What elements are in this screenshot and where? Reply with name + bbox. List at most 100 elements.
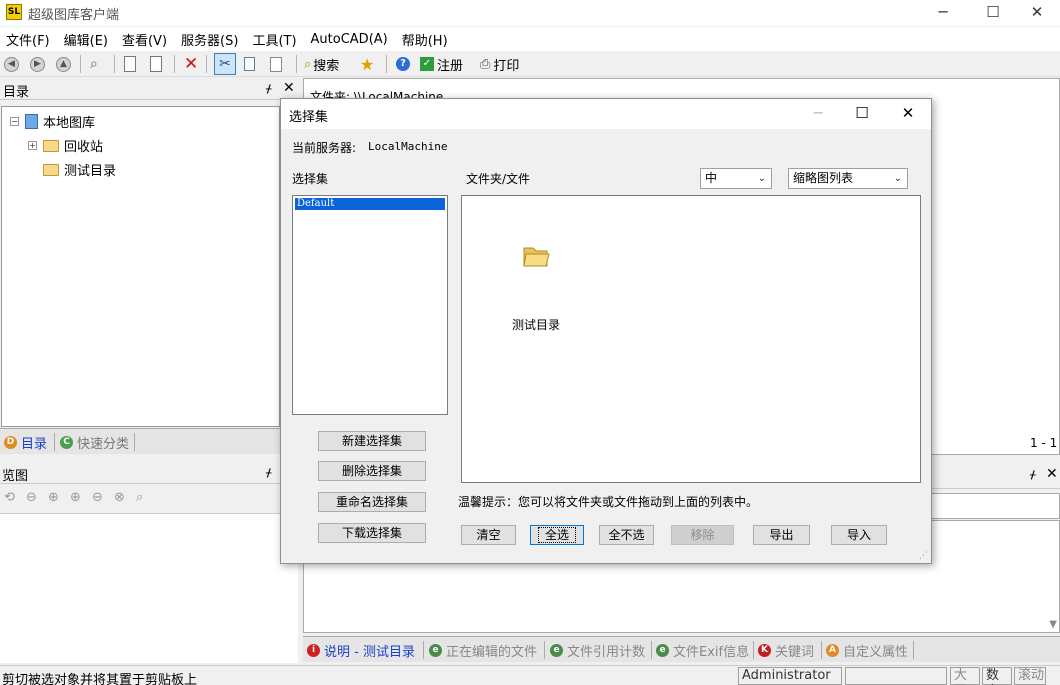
zoom-out-icon[interactable]: ⊖ (26, 490, 37, 505)
tab-directory[interactable]: D 目录 (4, 432, 47, 452)
file-item-label[interactable]: 测试目录 (512, 316, 560, 333)
toolbar: ◀ ▶ ▲ ⌕ ✕ ✂ ⌕ 搜索 ★ ? ✓ 注册 ⎙ 打印 (0, 51, 1060, 77)
maximize-icon[interactable]: ☐ (970, 0, 1016, 26)
status-scroll: 滚动 (1014, 667, 1046, 685)
zoom-custom-icon[interactable]: ⌕ (136, 490, 143, 505)
preview-pane-title: 览图 (2, 469, 29, 484)
delete-set-button[interactable]: 删除选择集 (318, 461, 426, 481)
forward-icon[interactable]: ▶ (30, 54, 45, 74)
rotate-icon[interactable]: ⟲ (4, 490, 15, 505)
selection-set-list[interactable]: Default (292, 195, 448, 415)
zoom-minus-icon[interactable]: ⊖ (92, 490, 103, 505)
menu-tools[interactable]: 工具(T) (248, 30, 300, 49)
pin-icon[interactable]: ᚋ (1030, 468, 1035, 481)
status-user: Administrator (738, 667, 842, 685)
print-button[interactable]: ⎙ 打印 (480, 54, 519, 74)
rename-set-button[interactable]: 重命名选择集 (318, 492, 426, 512)
status-empty (845, 667, 947, 685)
select-all-button[interactable]: 全选 (530, 525, 584, 545)
import-button[interactable]: 导入 (831, 525, 887, 545)
help-icon[interactable]: ? (396, 54, 410, 74)
directory-tree: − 本地图库 + 回收站 测试目录 (1, 106, 280, 427)
preview-area (0, 513, 298, 663)
new-set-button[interactable]: 新建选择集 (318, 431, 426, 451)
menu-file[interactable]: 文件(F) (2, 30, 54, 49)
clear-button[interactable]: 清空 (461, 525, 516, 545)
properties-tabs: i 说明 - 测试目录 e 正在编辑的文件 e 文件引用计数 e 文件Exif信息 K关… (303, 636, 1060, 662)
menu-view[interactable]: 查看(V) (118, 30, 171, 49)
pin-icon[interactable]: ᚋ (266, 82, 271, 95)
menu-help[interactable]: 帮助(H) (398, 30, 452, 49)
menu-server[interactable]: 服务器(S) (177, 30, 242, 49)
register-icon: ✓ (420, 57, 434, 71)
size-select[interactable]: 中 ⌄ (700, 168, 772, 189)
favorites-icon[interactable]: ★ (360, 54, 374, 74)
up-icon[interactable]: ▲ (56, 54, 71, 74)
dialog-title-bar: 选择集 ─ ☐ ✕ (281, 99, 931, 129)
zoom-in-icon[interactable]: ⊕ (70, 490, 81, 505)
tree-item-test[interactable]: 测试目录 (43, 160, 116, 179)
list-item[interactable]: Default (295, 198, 445, 210)
download-set-button[interactable]: 下载选择集 (318, 523, 426, 543)
status-bar: 剪切被选对象并将其置于剪贴板上 Administrator 大写 数字 滚动 (0, 665, 1060, 685)
close-icon[interactable]: ✕ (1014, 0, 1060, 26)
view-select[interactable]: 缩略图列表 ⌄ (788, 168, 908, 189)
tab-description[interactable]: i 说明 - 测试目录 (307, 640, 415, 660)
preview-pane-header: 览图 ᚋ (0, 462, 298, 484)
chevron-down-icon: ⌄ (757, 173, 766, 184)
directory-pane-title: 目录 (3, 85, 30, 100)
copy-icon[interactable] (244, 54, 255, 74)
tab-quick-category[interactable]: C 快速分类 (60, 432, 129, 452)
selection-set-dialog: 选择集 ─ ☐ ✕ 当前服务器: LocalMachine 选择集 文件夹/文件… (280, 98, 932, 564)
page-indicator: 1 - 1 (1030, 436, 1058, 450)
directory-pane-header: 目录 ᚋ ✕ (0, 78, 298, 100)
window-title: 超级图库客户端 (28, 8, 120, 23)
expand-icon[interactable]: + (28, 141, 37, 150)
pin-icon[interactable]: ᚋ (266, 466, 271, 479)
browse-icon[interactable]: ⌕ (90, 54, 98, 74)
minimize-icon[interactable]: ─ (795, 99, 841, 129)
tab-exif-info[interactable]: e 文件Exif信息 (656, 640, 749, 660)
sets-label: 选择集 (292, 172, 329, 186)
properties-icon[interactable] (150, 54, 162, 74)
menu-autocad[interactable]: AutoCAD(A) (307, 32, 392, 47)
server-label: 当前服务器: (292, 141, 357, 155)
folder-icon[interactable] (522, 244, 550, 267)
close-icon[interactable]: ✕ (1046, 466, 1058, 482)
title-bar: SL 超级图库客户端 ─ ☐ ✕ (0, 0, 1060, 26)
search-button[interactable]: ⌕ 搜索 (304, 54, 339, 74)
refresh-icon[interactable] (124, 54, 136, 74)
scroll-down-icon[interactable]: ▼ (1049, 619, 1057, 630)
minimize-icon[interactable]: ─ (920, 0, 966, 26)
server-value: LocalMachine (368, 140, 448, 153)
close-icon[interactable]: ✕ (283, 80, 295, 96)
app-logo: SL (6, 4, 22, 20)
register-button[interactable]: ✓ 注册 (420, 54, 463, 74)
export-button[interactable]: 导出 (753, 525, 810, 545)
remove-button[interactable]: 移除 (671, 525, 734, 545)
zoom-actual-icon[interactable]: ⊗ (114, 490, 125, 505)
close-icon[interactable]: ✕ (885, 99, 931, 129)
hint-text: 温馨提示：您可以将文件夹或文件拖动到上面的列表中。 (458, 495, 759, 509)
paste-icon[interactable] (270, 54, 282, 74)
dialog-title: 选择集 (289, 110, 329, 125)
tab-reference-count[interactable]: e 文件引用计数 (550, 640, 645, 660)
menu-edit[interactable]: 编辑(E) (60, 30, 112, 49)
zoom-fit-icon[interactable]: ⊕ (48, 490, 59, 505)
resize-grip-icon[interactable]: ⋰ (919, 551, 928, 561)
tree-root[interactable]: − 本地图库 (10, 112, 95, 131)
tab-custom-attributes[interactable]: A 自定义属性 (826, 640, 908, 660)
directory-tabs: D 目录 C 快速分类 (0, 428, 280, 454)
tab-keywords[interactable]: K 关键词 (758, 640, 814, 660)
select-none-button[interactable]: 全不选 (599, 525, 654, 545)
status-text: 剪切被选对象并将其置于剪贴板上 (2, 673, 198, 685)
maximize-icon[interactable]: ☐ (839, 99, 885, 129)
cut-icon[interactable]: ✂ (214, 53, 236, 75)
delete-icon[interactable]: ✕ (184, 54, 198, 74)
tree-item-recycle[interactable]: + 回收站 (28, 136, 103, 155)
folder-icon (43, 139, 59, 152)
back-icon[interactable]: ◀ (4, 54, 19, 74)
files-list[interactable]: 测试目录 (461, 195, 921, 483)
tab-editing-files[interactable]: e 正在编辑的文件 (429, 640, 537, 660)
collapse-icon[interactable]: − (10, 117, 19, 126)
